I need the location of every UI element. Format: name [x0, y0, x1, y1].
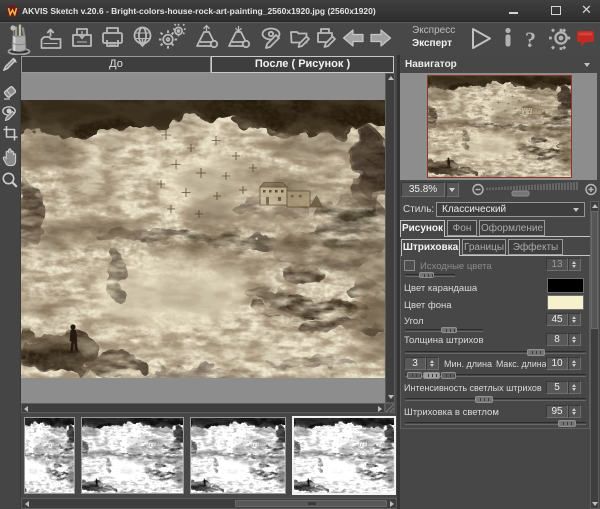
svg-text:?: ? — [525, 27, 536, 52]
